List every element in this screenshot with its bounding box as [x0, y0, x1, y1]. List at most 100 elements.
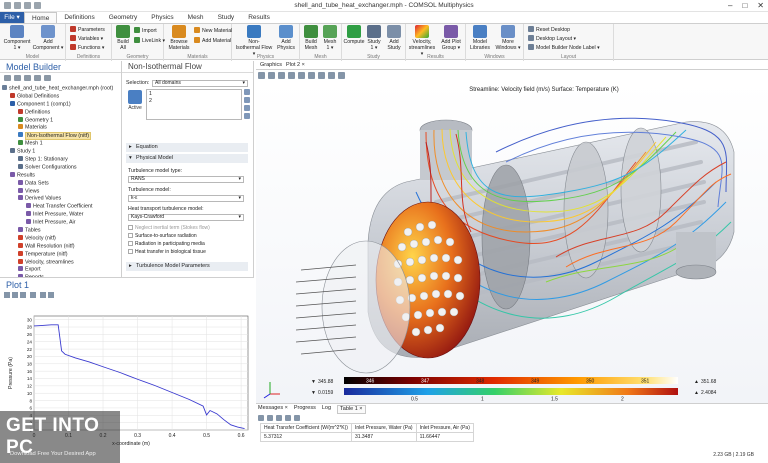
- physics-button[interactable]: Non- Isothermal Flow ▾: [234, 25, 274, 57]
- tab-results[interactable]: Results: [241, 12, 277, 23]
- build-all-button[interactable]: Build All: [114, 25, 132, 51]
- rotate-icon[interactable]: [288, 72, 295, 79]
- transparency-icon[interactable]: [308, 72, 315, 79]
- tree-node[interactable]: Inlet Pressure, Air: [2, 219, 120, 227]
- print-icon[interactable]: [48, 292, 54, 298]
- more-windows-button[interactable]: More Windows ▾: [494, 25, 522, 51]
- plot-table-icon[interactable]: [294, 415, 300, 421]
- add-study-button[interactable]: Add Study: [384, 25, 404, 51]
- camera-icon[interactable]: [40, 292, 46, 298]
- parameters-button[interactable]: Parameters: [70, 26, 105, 33]
- biological-tissue-checkbox[interactable]: Heat transfer in biological tissue: [128, 249, 206, 255]
- node-label-button[interactable]: Model Builder Node Label ▾: [528, 44, 600, 51]
- tree-node[interactable]: Component 1 (comp1): [2, 100, 120, 109]
- tab-messages[interactable]: Messages ×: [258, 405, 288, 414]
- tree-node[interactable]: Definitions: [2, 108, 120, 117]
- active-toggle[interactable]: Active: [126, 89, 144, 119]
- print-icon[interactable]: [338, 72, 345, 79]
- new-material-button[interactable]: New Material: [194, 27, 232, 34]
- tab-log[interactable]: Log: [322, 405, 331, 414]
- component-button[interactable]: Component 1 ▾: [2, 25, 32, 51]
- tree-node[interactable]: Export: [2, 266, 120, 274]
- tree-node[interactable]: Solver Configurations: [2, 163, 120, 172]
- tab-geometry[interactable]: Geometry: [102, 12, 145, 23]
- add-physics-button[interactable]: Add Physics: [274, 25, 298, 51]
- tree-node[interactable]: shell_and_tube_heat_exchanger.mph (root): [2, 85, 120, 93]
- mesh-button[interactable]: Mesh 1 ▾: [321, 25, 339, 51]
- desktop-layout-button[interactable]: Desktop Layout ▾: [528, 35, 576, 42]
- add-icon[interactable]: [244, 89, 250, 95]
- collapse-icon[interactable]: [34, 75, 41, 81]
- tree-node[interactable]: Velocity (nitf): [2, 234, 120, 243]
- tab-home[interactable]: Home: [24, 12, 58, 23]
- tree-node[interactable]: Data Sets: [2, 179, 120, 188]
- section-physical-model[interactable]: Physical Model: [126, 154, 248, 163]
- section-equation[interactable]: Equation: [126, 143, 248, 152]
- tree-node[interactable]: Tables: [2, 227, 120, 235]
- back-icon[interactable]: [4, 75, 11, 81]
- tree-node[interactable]: Velocity, streamlines: [2, 258, 120, 267]
- select-icon[interactable]: [298, 72, 305, 79]
- zoom-in-icon[interactable]: [258, 72, 265, 79]
- tree-node[interactable]: Views: [2, 187, 120, 196]
- export-icon[interactable]: [285, 415, 291, 421]
- add-material-button[interactable]: Add Material: [194, 37, 231, 44]
- domain-list[interactable]: 1 2: [146, 89, 242, 120]
- tab-definitions[interactable]: Definitions: [57, 12, 101, 23]
- file-menu[interactable]: File ▾: [0, 12, 24, 23]
- graphics-viewport[interactable]: Streamline: Velocity field (m/s) Surface…: [256, 82, 768, 403]
- tree-node[interactable]: Derived Values: [2, 195, 120, 203]
- copy-table-icon[interactable]: [276, 415, 282, 421]
- compute-button[interactable]: Compute: [343, 25, 365, 45]
- browse-materials-button[interactable]: Browse Materials: [166, 25, 192, 51]
- zoom-extents-icon[interactable]: [278, 72, 285, 79]
- turbulence-model-type-select[interactable]: RANS: [128, 176, 244, 183]
- surface-radiation-checkbox[interactable]: Surface-to-surface radiation: [128, 233, 197, 239]
- maximize-button[interactable]: □: [742, 1, 747, 10]
- livelink-button[interactable]: LiveLink ▾: [134, 37, 165, 44]
- tree-node[interactable]: Heat Transfer Coefficient: [2, 203, 120, 211]
- expand-icon[interactable]: [44, 75, 51, 81]
- zoom-out-icon[interactable]: [268, 72, 275, 79]
- tree-node[interactable]: Inlet Pressure, Water: [2, 211, 120, 219]
- tab-plot-2[interactable]: Plot 2 ×: [286, 62, 305, 68]
- forward-icon[interactable]: [14, 75, 21, 81]
- tree-node[interactable]: Temperature (nitf): [2, 250, 120, 259]
- grid-icon[interactable]: [318, 72, 325, 79]
- tree-node[interactable]: Mesh 1: [2, 140, 120, 148]
- close-button[interactable]: ✕: [757, 1, 764, 10]
- add-plot-group-button[interactable]: Add Plot Group ▾: [437, 25, 465, 51]
- zoom-out-icon[interactable]: [12, 292, 18, 298]
- zoom-extents-icon[interactable]: [30, 292, 36, 298]
- zoom-icon[interactable]: [244, 113, 250, 119]
- tree-node[interactable]: Wall Resolution (nitf): [2, 242, 120, 251]
- selection-dropdown[interactable]: All domains: [152, 80, 248, 87]
- zoom-box-icon[interactable]: [20, 292, 26, 298]
- turbulence-model-select[interactable]: k-ε: [128, 195, 244, 202]
- tab-graphics[interactable]: Graphics: [260, 62, 282, 68]
- format-icon[interactable]: [258, 415, 264, 421]
- tab-mesh[interactable]: Mesh: [181, 12, 211, 23]
- tree-node[interactable]: Global Definitions: [2, 92, 120, 101]
- model-libraries-button[interactable]: Model Libraries: [467, 25, 493, 51]
- import-button[interactable]: Import: [134, 27, 157, 34]
- reset-desktop-button[interactable]: Reset Desktop: [528, 26, 570, 33]
- tree-node[interactable]: Non-Isothermal Flow (nitf): [2, 131, 120, 140]
- precision-icon[interactable]: [267, 415, 273, 421]
- tree-node[interactable]: Study 1: [2, 148, 120, 156]
- tab-physics[interactable]: Physics: [144, 12, 180, 23]
- show-icon[interactable]: [24, 75, 31, 81]
- tab-progress[interactable]: Progress: [294, 405, 316, 414]
- study-button[interactable]: Study 1 ▾: [365, 25, 383, 51]
- neglect-inertial-checkbox[interactable]: Neglect inertial term (Stokes flow): [128, 225, 210, 231]
- functions-button[interactable]: Functions ▾: [70, 44, 105, 51]
- remove-icon[interactable]: [244, 97, 250, 103]
- tree-node[interactable]: Geometry 1: [2, 116, 120, 125]
- add-component-button[interactable]: Add Component ▾: [32, 25, 64, 51]
- build-mesh-button[interactable]: Build Mesh: [302, 25, 320, 51]
- minimize-button[interactable]: –: [728, 1, 732, 10]
- zoom-in-icon[interactable]: [4, 292, 10, 298]
- variables-button[interactable]: Variables ▾: [70, 35, 103, 42]
- copy-icon[interactable]: [244, 105, 250, 111]
- tree-node[interactable]: Step 1: Stationary: [2, 156, 120, 164]
